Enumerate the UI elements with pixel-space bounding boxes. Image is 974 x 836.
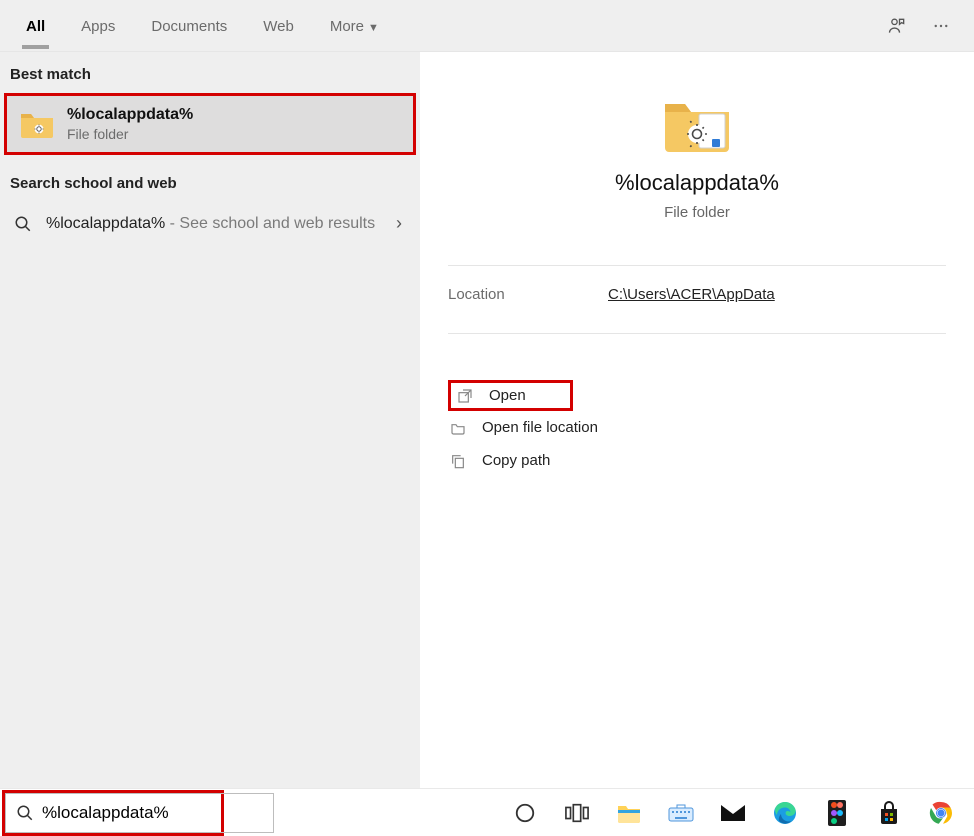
action-open-location[interactable]: Open file location: [448, 411, 946, 444]
search-icon: [16, 804, 34, 822]
store-icon[interactable]: [876, 800, 902, 826]
tab-documents[interactable]: Documents: [133, 3, 245, 48]
action-open[interactable]: Open: [448, 380, 573, 411]
results-panel: Best match %localappdata% File folder Se…: [0, 52, 420, 788]
best-match-heading: Best match: [0, 52, 420, 93]
folder-icon: [19, 106, 55, 142]
chevron-down-icon: ▼: [368, 22, 379, 34]
copy-icon: [448, 453, 468, 469]
divider: [448, 333, 946, 334]
search-box-highlight: [2, 790, 224, 836]
search-icon: [12, 215, 34, 233]
folder-large-icon: [661, 92, 733, 156]
location-label: Location: [448, 286, 608, 303]
search-input[interactable]: [42, 803, 263, 823]
tab-documents-label: Documents: [151, 18, 227, 35]
best-match-title: %localappdata%: [67, 106, 193, 124]
school-web-text: %localappdata% - See school and web resu…: [46, 212, 384, 235]
preview-panel: %localappdata% File folder Location C:\U…: [420, 52, 974, 788]
tab-apps[interactable]: Apps: [63, 3, 133, 48]
feedback-icon[interactable]: [886, 15, 908, 37]
search-header: All Apps Documents Web More ▼: [0, 0, 974, 52]
task-view-icon[interactable]: [564, 800, 590, 826]
tab-apps-label: Apps: [81, 18, 115, 35]
tab-web[interactable]: Web: [245, 3, 312, 48]
tab-web-label: Web: [263, 18, 294, 35]
best-match-result[interactable]: %localappdata% File folder: [4, 93, 416, 155]
keyboard-icon[interactable]: [668, 800, 694, 826]
edge-icon[interactable]: [772, 800, 798, 826]
file-explorer-icon[interactable]: [616, 800, 642, 826]
action-copy-path-label: Copy path: [482, 452, 550, 469]
divider: [448, 265, 946, 266]
tab-all-label: All: [26, 18, 45, 35]
location-value[interactable]: C:\Users\ACER\AppData: [608, 286, 775, 303]
best-match-subtitle: File folder: [67, 126, 193, 142]
action-open-label: Open: [489, 387, 526, 404]
search-box[interactable]: [5, 793, 274, 833]
school-web-term: %localappdata%: [46, 215, 165, 232]
school-web-suffix: - See school and web results: [165, 215, 375, 232]
mail-icon[interactable]: [720, 800, 746, 826]
preview-title: %localappdata%: [420, 170, 974, 196]
more-options-icon[interactable]: [930, 15, 952, 37]
tab-more-label: More: [330, 18, 364, 35]
school-web-heading: Search school and web: [0, 155, 420, 202]
location-row: Location C:\Users\ACER\AppData: [420, 286, 974, 313]
filter-tabs: All Apps Documents Web More ▼: [8, 3, 397, 48]
figma-icon[interactable]: [824, 800, 850, 826]
tab-all[interactable]: All: [8, 3, 63, 48]
preview-subtitle: File folder: [420, 204, 974, 221]
cortana-icon[interactable]: [512, 800, 538, 826]
open-location-icon: [448, 420, 468, 436]
chevron-right-icon: ›: [396, 213, 408, 234]
action-copy-path[interactable]: Copy path: [448, 444, 946, 477]
action-open-location-label: Open file location: [482, 419, 598, 436]
school-web-result[interactable]: %localappdata% - See school and web resu…: [0, 202, 420, 245]
open-icon: [455, 388, 475, 404]
taskbar: [0, 788, 974, 836]
tab-more[interactable]: More ▼: [312, 3, 397, 48]
chrome-icon[interactable]: [928, 800, 954, 826]
